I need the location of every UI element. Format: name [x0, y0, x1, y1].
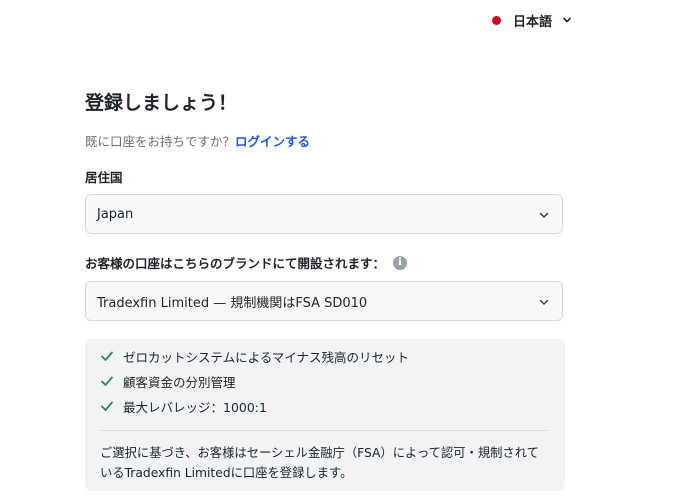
regulation-note: ご選択に基づき、お客様はセーシェル金融庁（FSA）によって認可・規制されているT… [100, 446, 539, 480]
japan-flag-icon [492, 15, 501, 25]
feature-text: 最大レバレッジ：1000:1 [123, 399, 267, 415]
language-label: 日本語 [513, 14, 553, 30]
brand-info-panel: ゼロカットシステムによるマイナス残高のリセット 顧客資金の分別管理 最大レバレッ… [85, 339, 565, 491]
feature-item: 顧客資金の分別管理 [100, 372, 236, 390]
check-icon [101, 351, 113, 361]
feature-text: 顧客資金の分別管理 [123, 374, 236, 390]
chevron-down-icon [563, 17, 571, 23]
feature-text: ゼロカットシステムによるマイナス残高のリセット [123, 349, 410, 365]
login-prompt-line: 既に口座をお持ちですか？ログインする [85, 131, 310, 150]
feature-item: ゼロカットシステムによるマイナス残高のリセット [100, 347, 409, 365]
brand-label-text: お客様の口座はこちらのブランドにて開設されます： [85, 256, 386, 271]
brand-label: お客様の口座はこちらのブランドにて開設されます： i [85, 253, 408, 272]
country-select[interactable]: Japan [85, 194, 563, 234]
login-prompt-text: 既に口座をお持ちですか？ [85, 134, 236, 149]
chevron-down-icon [539, 212, 549, 218]
page-title: 登録しましょう！ [85, 92, 238, 114]
chevron-down-icon [539, 299, 549, 305]
brand-select[interactable]: Tradexfin Limited — 規制機関はFSA SD010 [85, 281, 563, 321]
registration-page: 日本語 登録しましょう！ 既に口座をお持ちですか？ログインする 居住国 Japa… [0, 0, 700, 498]
feature-item: 最大レバレッジ：1000:1 [100, 397, 267, 415]
divider [100, 430, 548, 431]
country-select-value: Japan [97, 206, 134, 222]
check-icon [101, 376, 113, 386]
info-icon[interactable]: i [393, 255, 408, 270]
language-selector[interactable]: 日本語 [492, 10, 572, 30]
country-label: 居住国 [85, 170, 123, 185]
brand-select-value: Tradexfin Limited — 規制機関はFSA SD010 [97, 295, 368, 311]
check-icon [101, 401, 113, 411]
login-link[interactable]: ログインする [235, 134, 310, 149]
